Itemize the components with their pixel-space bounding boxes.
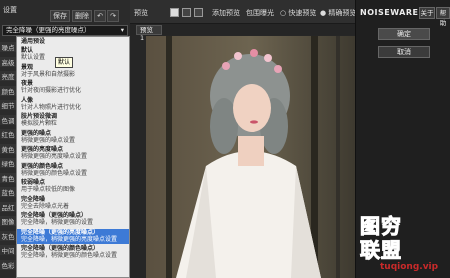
side-label[interactable]: 绿色 bbox=[0, 158, 16, 168]
menu-group-header: 通用预设 bbox=[17, 38, 129, 46]
side-label[interactable]: 青色 bbox=[0, 172, 16, 183]
menu-item[interactable]: 完全降噪（更强的亮度噪点） 完全降噪，稍微更强的亮度噪点设置 bbox=[17, 228, 129, 244]
delete-button[interactable]: 删除 bbox=[72, 10, 92, 22]
menu-item-title: 较弱噪点 bbox=[21, 179, 46, 186]
add-preview-button[interactable]: 添加预览 bbox=[212, 8, 240, 18]
cancel-button[interactable]: 取消 bbox=[378, 46, 430, 58]
save-button[interactable]: 保存 bbox=[50, 10, 70, 22]
watermark-url: tuqiong.vip bbox=[380, 262, 439, 272]
portrait-photo bbox=[146, 36, 355, 278]
menu-item-title: 完全降噪（更强的噪点） bbox=[21, 212, 88, 219]
undo-icon[interactable]: ↶ bbox=[94, 10, 106, 22]
chevron-down-icon: ▾ bbox=[120, 26, 124, 34]
about-button[interactable]: 关于 bbox=[419, 7, 435, 19]
menu-item[interactable]: 完全降噪 完全去除噪点光着 bbox=[17, 195, 129, 211]
side-label[interactable]: 高级 bbox=[0, 56, 16, 67]
menu-item-title: 完全降噪 bbox=[21, 195, 46, 203]
preview-image[interactable] bbox=[146, 36, 355, 278]
menu-item-subtitle: 针对人物照片进行优化 bbox=[21, 103, 82, 111]
help-button[interactable]: 帮助 bbox=[436, 7, 450, 27]
bracket-button[interactable]: 包围曝光 bbox=[246, 8, 274, 18]
redo-icon[interactable]: ↷ bbox=[107, 10, 119, 22]
menu-item-title: 通用预设 bbox=[21, 38, 46, 45]
menu-item-title: 更强的亮度噪点 bbox=[21, 146, 64, 153]
side-label[interactable]: 噪点 bbox=[0, 42, 16, 52]
menu-item[interactable]: 完全降噪（更强的噪点） 完全降噪，稍微更强的设置 bbox=[17, 212, 129, 227]
menu-item-subtitle: 默认设置 bbox=[21, 54, 46, 61]
preset-menu[interactable]: 通用预设 默认 默认设置 景观 对于风景和自然摄影 夜景 针对夜间摄影进行优化 人像 针对人物照… bbox=[16, 36, 130, 278]
preset-dropdown[interactable]: 完全降噪（更强的亮度噪点） ▾ bbox=[2, 25, 128, 36]
menu-item[interactable]: 人像 针对人物照片进行优化 bbox=[17, 96, 129, 112]
settings-title: 设置 bbox=[3, 6, 17, 14]
toolbar: 预览 添加预览 包围曝光 ○ 快速预览 ● 精确预览 bbox=[130, 0, 356, 24]
split-view-icon[interactable] bbox=[182, 8, 191, 17]
menu-item[interactable]: 更强的噪点 稍微更强的噪点设置 bbox=[17, 129, 129, 145]
tab-preview-1[interactable]: 预览 1 bbox=[136, 25, 162, 42]
menu-item-subtitle: 稍微更强的噪点设置 bbox=[21, 136, 76, 144]
settings-panel: 设置 保存 删除 ↶ ↷ 完全降噪（更强的亮度噪点） ▾ 噪点高级亮度颜色细节色… bbox=[0, 0, 130, 278]
side-label[interactable]: 颜色 bbox=[0, 85, 16, 96]
menu-item-subtitle: 针对夜间摄影进行优化 bbox=[21, 87, 82, 94]
side-label[interactable]: 黄色 bbox=[0, 143, 16, 154]
side-label[interactable]: 中间 bbox=[0, 245, 16, 255]
side-label[interactable]: 色彩 bbox=[0, 259, 16, 270]
side-label[interactable]: 亮度 bbox=[0, 71, 16, 81]
side-label[interactable]: 蓝色 bbox=[0, 187, 16, 197]
menu-item[interactable]: 更强的亮度噪点 稍微更强的亮度噪点设置 bbox=[17, 146, 129, 161]
menu-item-subtitle: 完全降噪，稍微更强的颜色噪点设置 bbox=[21, 252, 118, 259]
side-label[interactable]: 细节 bbox=[0, 100, 16, 110]
side-label[interactable]: 图像 bbox=[0, 216, 16, 226]
menu-item[interactable]: 默认 默认设置 bbox=[17, 47, 129, 62]
menu-item-title: 默认 bbox=[21, 47, 34, 54]
tooltip: 默认 bbox=[55, 57, 74, 68]
menu-item[interactable]: 肢片预设微调 模拟胶片颗粒 bbox=[17, 113, 129, 128]
noiseware-window: 设置 保存 删除 ↶ ↷ 完全降噪（更强的亮度噪点） ▾ 噪点高级亮度颜色细节色… bbox=[0, 0, 450, 278]
preview-label: 预览 bbox=[134, 9, 148, 17]
side-label[interactable]: 色调 bbox=[0, 114, 16, 125]
side-view-icon[interactable] bbox=[194, 8, 203, 17]
fast-preview-label: 快速预览 bbox=[288, 9, 317, 17]
menu-item-subtitle: 完全去除噪点光着 bbox=[21, 202, 70, 210]
menu-item[interactable]: 完全降噪（更强的颜色噪点） 完全降噪，稍微更强的颜色噪点设置 bbox=[17, 245, 129, 260]
menu-item-title: 夜景 bbox=[21, 80, 34, 87]
menu-item-title: 景观 bbox=[21, 63, 34, 71]
single-view-icon[interactable] bbox=[170, 8, 179, 17]
precise-preview-radio[interactable]: ● 精确预览 bbox=[320, 8, 356, 18]
menu-item-title: 更强的颜色噪点 bbox=[21, 162, 64, 170]
menu-item-title: 人像 bbox=[21, 96, 34, 104]
menu-item-title: 肢片预设微调 bbox=[21, 113, 58, 120]
menu-item-subtitle: 完全降噪，稍微更强的设置 bbox=[21, 219, 94, 226]
menu-item-subtitle: 对于风景和自然摄影 bbox=[21, 70, 76, 78]
watermark-line2: 联盟 bbox=[360, 238, 402, 263]
app-logo: NOISEWARE 5 bbox=[360, 8, 428, 17]
menu-item-subtitle: 稍微更强的颜色噪点设置 bbox=[21, 169, 88, 177]
menu-item[interactable]: 夜景 针对夜间摄影进行优化 bbox=[17, 80, 129, 95]
menu-item-subtitle: 模拟胶片颗粒 bbox=[21, 120, 58, 127]
menu-item-title: 完全降噪（更强的亮度噪点） bbox=[21, 228, 100, 236]
menu-item-subtitle: 稍微更强的亮度噪点设置 bbox=[21, 153, 88, 160]
menu-item-title: 更强的噪点 bbox=[21, 129, 52, 137]
menu-item-title: 完全降噪（更强的颜色噪点） bbox=[21, 245, 100, 252]
menu-item[interactable]: 较弱噪点 用于噪点较低的图像 bbox=[17, 179, 129, 194]
preview-tabs: 预览 1 bbox=[130, 24, 355, 42]
fast-preview-radio[interactable]: ○ 快速预览 bbox=[280, 8, 316, 18]
menu-item-subtitle: 完全降噪，稍微更强的亮度噪点设置 bbox=[21, 235, 118, 243]
menu-item[interactable]: 更强的颜色噪点 稍微更强的颜色噪点设置 bbox=[17, 162, 129, 178]
precise-preview-label: 精确预览 bbox=[328, 9, 357, 17]
menu-item[interactable]: 景观 对于风景和自然摄影 bbox=[17, 63, 129, 79]
side-label[interactable]: 灰色 bbox=[0, 230, 16, 241]
ok-button[interactable]: 确定 bbox=[378, 28, 430, 40]
side-label[interactable]: 品红 bbox=[0, 201, 16, 212]
side-label[interactable]: 红色 bbox=[0, 129, 16, 139]
preset-selected-value: 完全降噪（更强的亮度噪点） bbox=[6, 26, 91, 34]
menu-item-subtitle: 用于噪点较低的图像 bbox=[21, 186, 76, 193]
